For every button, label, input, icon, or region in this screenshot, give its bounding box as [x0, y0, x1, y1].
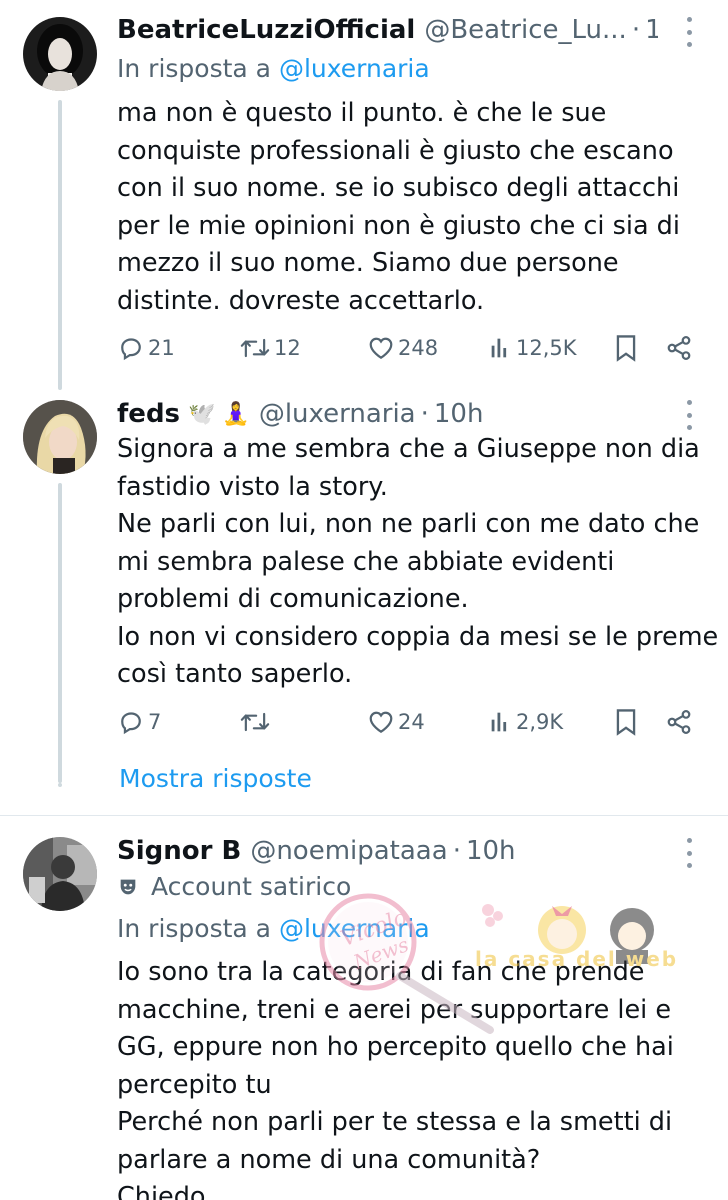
reply-to-mention[interactable]: @luxernaria — [279, 54, 430, 83]
tweet-text-line: Signora a me sembra che a Giuseppe non d… — [117, 434, 700, 464]
satire-account-label: Account satirico — [117, 872, 351, 901]
tweet-beatrice[interactable]: BeatriceLuzziOfficial @Beatrice_Lu... · … — [0, 0, 728, 390]
tweet-header: Signor B @noemipataaa · 10h — [117, 831, 658, 871]
views-button[interactable]: 12,5K — [489, 330, 577, 366]
bookmark-icon — [616, 709, 636, 736]
tweet-text-line: Ne parli con lui, non ne parli con me da… — [117, 509, 700, 539]
reply-count: 7 — [148, 710, 162, 734]
tweet-signor-b[interactable]: Signor B @noemipataaa · 10h Account sati… — [0, 816, 728, 1200]
tweet-text: Io sono tra la categoria di fan che pren… — [117, 954, 717, 1200]
tweet-text-line: fastidio visto la story. — [117, 471, 388, 502]
tweet-text-line: Perché non parli per te stessa e la smet… — [117, 1107, 673, 1137]
bookmark-button[interactable] — [613, 704, 639, 740]
retweet-icon — [240, 338, 270, 358]
views-count: 12,5K — [516, 336, 577, 360]
tweet-text-line: GG, eppure non ho percepito quello che h… — [117, 1032, 674, 1062]
separator-dot: · — [452, 836, 461, 866]
separator-dot: · — [631, 15, 641, 45]
avatar[interactable] — [23, 400, 97, 474]
tweet-text-line: Io non vi considero coppia da mesi se le… — [117, 621, 719, 652]
reply-button[interactable]: 7 — [117, 704, 161, 740]
retweet-button[interactable]: 12 — [239, 330, 301, 366]
reply-to-label: In risposta a — [117, 914, 271, 943]
more-options-icon[interactable] — [680, 838, 698, 868]
tweet-feds[interactable]: feds 🕊️ 🧘‍♀️ @luxernaria · 10h Signora a… — [0, 390, 728, 815]
timestamp[interactable]: 10h — [466, 836, 516, 866]
theater-mask-icon — [120, 879, 136, 894]
avatar[interactable] — [23, 837, 97, 911]
tweet-text-line: Io sono tra la categoria di fan che pren… — [117, 957, 645, 987]
tweet-text: ma non è questo il punto. è che le sue c… — [117, 95, 717, 320]
retweet-button[interactable] — [239, 704, 274, 740]
like-button[interactable]: 24 — [367, 704, 425, 740]
tweet-actions: 21 12 248 12,5K — [117, 330, 697, 366]
tweet-text: Signora a me sembra che a Giuseppe non d… — [117, 431, 719, 694]
display-name[interactable]: feds — [117, 399, 180, 429]
tweet-text-line: per le mie opinioni non è giusto che ci … — [117, 210, 680, 241]
reply-icon — [121, 338, 141, 361]
thread-line — [58, 100, 62, 390]
tweet-text-line: macchine, treni e aerei per supportare l… — [117, 994, 672, 1025]
views-icon — [491, 338, 507, 358]
reply-icon — [121, 712, 141, 735]
tweet-text-line: con il suo nome. se io subisco degli att… — [117, 173, 680, 203]
share-button[interactable] — [665, 330, 693, 366]
show-replies-link[interactable]: Mostra risposte — [119, 764, 312, 793]
user-handle[interactable]: @luxernaria — [259, 399, 416, 429]
bookmark-icon — [616, 335, 636, 362]
thread-line — [58, 483, 62, 783]
display-name[interactable]: Signor B — [117, 836, 241, 866]
tweet-text-line: Chiedo — [117, 1182, 206, 1200]
share-icon — [667, 710, 691, 734]
share-icon — [667, 336, 691, 360]
tweet-text-line: distinte. dovreste accettarlo. — [117, 285, 485, 316]
tweet-header: feds 🕊️ 🧘‍♀️ @luxernaria · 10h — [117, 394, 658, 434]
tweet-text-line: problemi di comunicazione. — [117, 584, 469, 614]
timestamp[interactable]: 10h — [645, 15, 658, 45]
name-emoji: 🕊️ 🧘‍♀️ — [188, 401, 250, 427]
retweet-icon — [240, 712, 270, 732]
views-icon — [491, 712, 507, 732]
heart-icon — [369, 337, 393, 359]
tweet-header: BeatriceLuzziOfficial @Beatrice_Lu... · … — [117, 10, 658, 50]
tweet-text-line: mezzo il suo nome. Siamo due persone — [117, 248, 619, 278]
like-button[interactable]: 248 — [367, 330, 438, 366]
timestamp[interactable]: 10h — [434, 399, 484, 429]
retweet-count: 12 — [274, 336, 301, 360]
thread-continuation-dots — [57, 765, 63, 787]
more-options-icon[interactable] — [680, 400, 698, 430]
separator-dot: · — [420, 399, 429, 429]
bookmark-button[interactable] — [613, 330, 639, 366]
more-options-icon[interactable] — [680, 17, 698, 47]
tweet-text-line: mi sembra palese che abbiate evidenti — [117, 546, 615, 577]
user-handle[interactable]: @Beatrice_Lu... — [424, 15, 626, 45]
like-count: 248 — [398, 336, 439, 360]
tweet-text-line: conquiste professionali è giusto che esc… — [117, 135, 674, 166]
views-button[interactable]: 2,9K — [489, 704, 563, 740]
tweet-text-line: così tanto saperlo. — [117, 659, 353, 689]
reply-count: 21 — [148, 336, 175, 360]
views-count: 2,9K — [516, 710, 564, 734]
reply-button[interactable]: 21 — [117, 330, 175, 366]
heart-icon — [369, 711, 393, 733]
display-name[interactable]: BeatriceLuzziOfficial — [117, 15, 415, 45]
reply-to-label: In risposta a — [117, 54, 271, 83]
reply-to-mention[interactable]: @luxernaria — [279, 914, 430, 943]
tweet-text-line: ma non è questo il punto. è che le sue — [117, 98, 607, 128]
reply-to-line: In risposta a @luxernaria — [117, 914, 430, 943]
tweet-text-line: parlare a nome di una comunità? — [117, 1144, 541, 1175]
like-count: 24 — [398, 710, 425, 734]
share-button[interactable] — [665, 704, 693, 740]
satire-label-text: Account satirico — [151, 872, 352, 901]
tweet-actions: 7 24 2,9K — [117, 704, 697, 740]
avatar[interactable] — [23, 17, 97, 91]
tweet-text-line: percepito tu — [117, 1069, 272, 1100]
user-handle[interactable]: @noemipataaa — [250, 836, 447, 866]
reply-to-line: In risposta a @luxernaria — [117, 54, 430, 83]
